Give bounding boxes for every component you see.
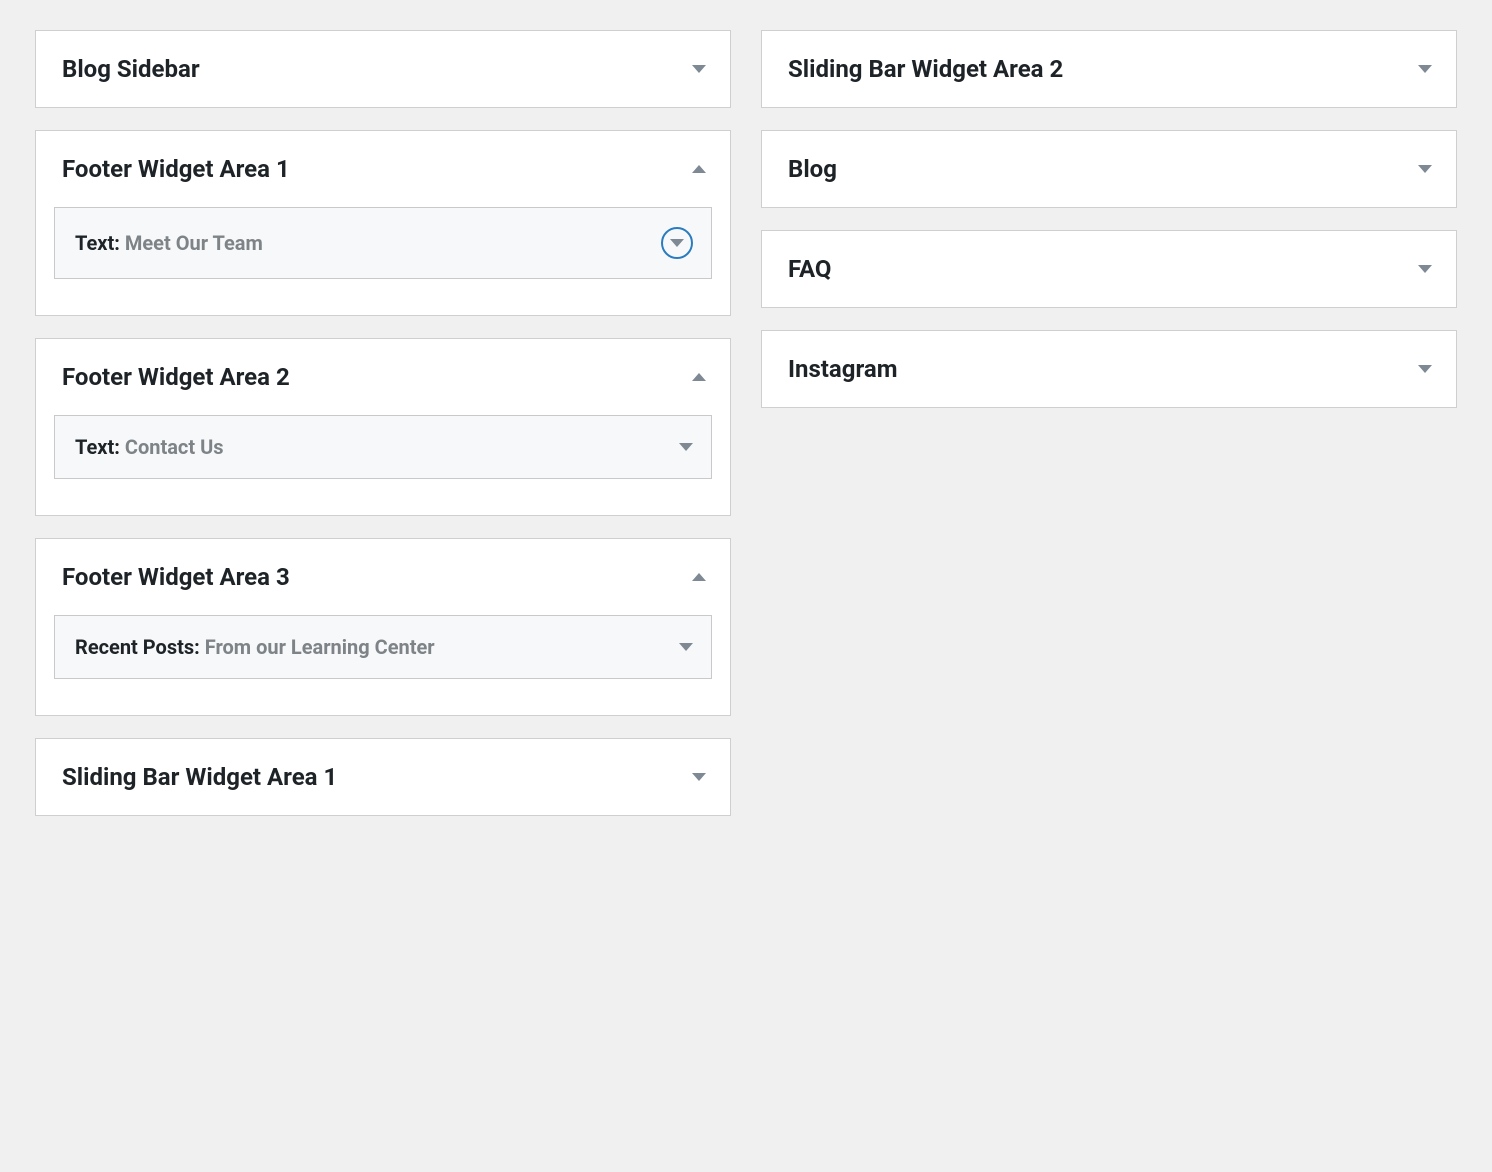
widget-area-title: Sliding Bar Widget Area 2	[788, 55, 1063, 83]
widget-item[interactable]: Text: Contact Us	[54, 415, 712, 479]
widget-area: Footer Widget Area 1 Text: Meet Our Team	[35, 130, 731, 316]
widget-area-title: Blog	[788, 155, 837, 183]
chevron-down-icon	[1418, 165, 1432, 173]
widget-item[interactable]: Text: Meet Our Team	[54, 207, 712, 279]
widget-area-title: Instagram	[788, 355, 898, 383]
widget-item-label: Text: Meet Our Team	[75, 231, 263, 255]
widget-title: Contact Us	[125, 435, 224, 459]
chevron-down-icon	[692, 65, 706, 73]
chevron-down-icon	[661, 227, 693, 259]
chevron-down-icon	[1418, 65, 1432, 73]
widget-area-header[interactable]: FAQ	[762, 231, 1456, 307]
widget-area-header[interactable]: Blog	[762, 131, 1456, 207]
widget-area-header[interactable]: Footer Widget Area 3	[36, 539, 730, 615]
chevron-down-icon	[670, 239, 684, 247]
widget-area-header[interactable]: Blog Sidebar	[36, 31, 730, 107]
widget-area-title: Footer Widget Area 1	[62, 155, 290, 183]
widget-area-title: FAQ	[788, 255, 831, 283]
widget-area-header[interactable]: Footer Widget Area 2	[36, 339, 730, 415]
widget-title: Meet Our Team	[125, 231, 263, 255]
widget-area-title: Blog Sidebar	[62, 55, 200, 83]
widget-type: Text	[75, 435, 114, 459]
widget-area-body: Text: Contact Us	[36, 415, 730, 515]
widget-area-header[interactable]: Instagram	[762, 331, 1456, 407]
widget-area-body: Text: Meet Our Team	[36, 207, 730, 315]
widget-area-title: Sliding Bar Widget Area 1	[62, 763, 337, 791]
widget-area-body: Recent Posts: From our Learning Center	[36, 615, 730, 715]
widget-separator: :	[114, 435, 125, 459]
widget-separator: :	[114, 231, 125, 255]
widget-item-label: Text: Contact Us	[75, 435, 224, 459]
widget-area: FAQ	[761, 230, 1457, 308]
widget-area-header[interactable]: Footer Widget Area 1	[36, 131, 730, 207]
chevron-up-icon	[692, 373, 706, 381]
widget-area: Instagram	[761, 330, 1457, 408]
widget-area-header[interactable]: Sliding Bar Widget Area 2	[762, 31, 1456, 107]
widget-type: Recent Posts	[75, 635, 194, 659]
chevron-up-icon	[692, 165, 706, 173]
widget-type: Text	[75, 231, 114, 255]
widget-title: From our Learning Center	[205, 635, 435, 659]
chevron-down-icon	[1418, 265, 1432, 273]
widget-separator: :	[194, 635, 205, 659]
chevron-down-icon	[1418, 365, 1432, 373]
widget-area: Sliding Bar Widget Area 2	[761, 30, 1457, 108]
widget-area-header[interactable]: Sliding Bar Widget Area 1	[36, 739, 730, 815]
widget-area: Sliding Bar Widget Area 1	[35, 738, 731, 816]
widget-area: Footer Widget Area 2 Text: Contact Us	[35, 338, 731, 516]
widget-area: Blog Sidebar	[35, 30, 731, 108]
widget-item-label: Recent Posts: From our Learning Center	[75, 635, 435, 659]
chevron-up-icon	[692, 573, 706, 581]
widget-item[interactable]: Recent Posts: From our Learning Center	[54, 615, 712, 679]
chevron-down-icon	[679, 443, 693, 451]
widget-area: Blog	[761, 130, 1457, 208]
chevron-down-icon	[679, 643, 693, 651]
widget-area-title: Footer Widget Area 2	[62, 363, 290, 391]
chevron-down-icon	[692, 773, 706, 781]
widget-area-title: Footer Widget Area 3	[62, 563, 290, 591]
widget-area: Footer Widget Area 3 Recent Posts: From o…	[35, 538, 731, 716]
